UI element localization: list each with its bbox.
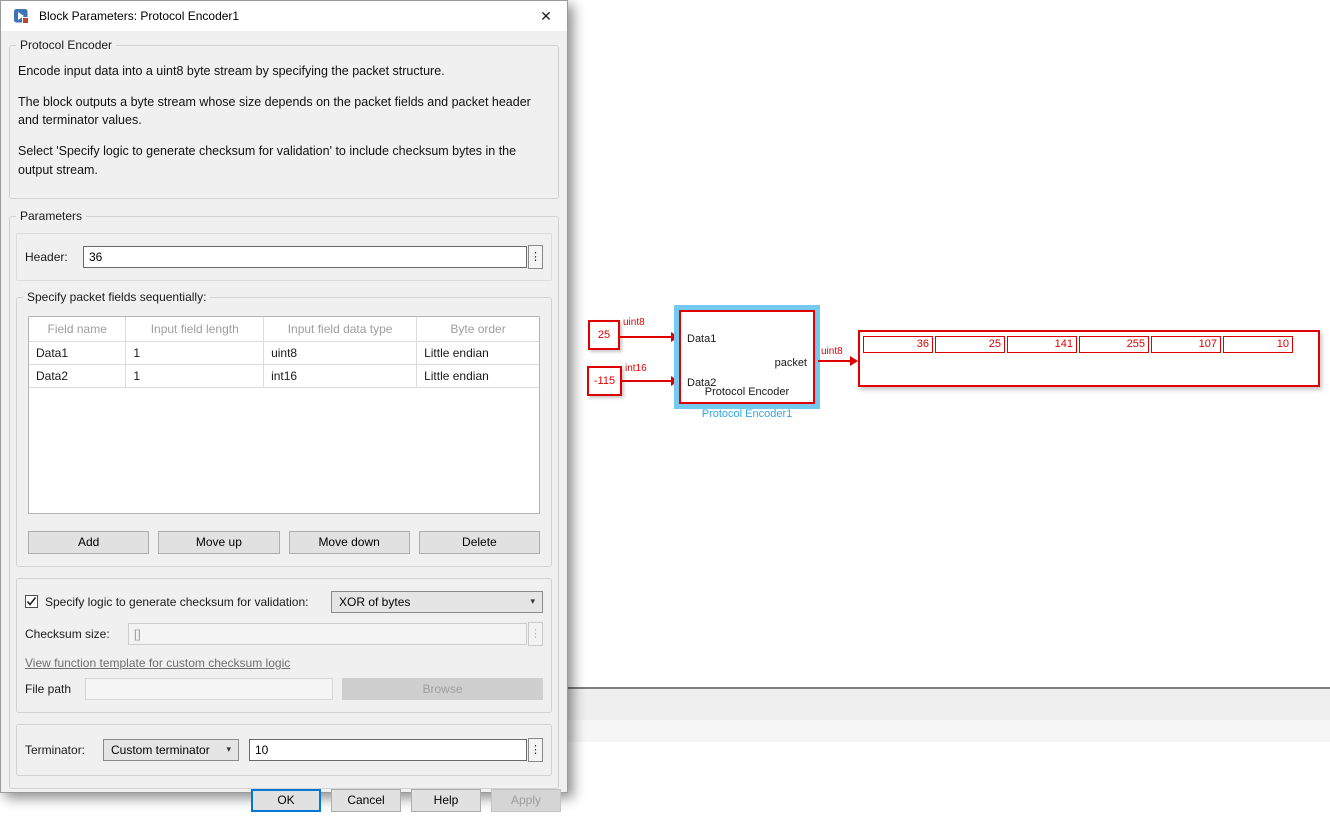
dropdown-arrow-icon: ▾ [216, 744, 231, 755]
display-value: 25 [935, 336, 1005, 353]
dialog-titlebar[interactable]: Block Parameters: Protocol Encoder1 ✕ [1, 1, 567, 31]
signal-label-int16: int16 [625, 363, 647, 374]
checksum-size-actions-button: ⋮ [528, 622, 543, 646]
signal-wire[interactable] [818, 360, 851, 362]
terminator-mode-dropdown[interactable]: Custom terminator ▾ [103, 739, 239, 761]
table-row[interactable]: Data2 1 int16 Little endian [29, 365, 539, 388]
cell-input-field-data-type[interactable]: int16 [264, 365, 417, 388]
port-label-data1: Data1 [687, 333, 716, 345]
description-paragraph: Encode input data into a uint8 byte stre… [18, 62, 550, 80]
constant-value: 25 [598, 329, 610, 341]
display-block[interactable]: 36 25 141 255 107 10 [858, 330, 1320, 387]
simulink-block-icon [13, 8, 30, 25]
column-header-input-field-length: Input field length [126, 317, 264, 342]
display-value: 255 [1079, 336, 1149, 353]
cell-input-field-length[interactable]: 1 [126, 365, 264, 388]
browse-button: Browse [342, 678, 543, 700]
packet-fields-table[interactable]: Field name Input field length Input fiel… [28, 316, 540, 514]
move-up-button[interactable]: Move up [158, 531, 279, 554]
protocol-encoder-block[interactable]: Data1 Data2 packet Protocol Encoder [679, 310, 815, 404]
description-paragraph: Select 'Specify logic to generate checks… [18, 142, 550, 178]
description-group: Protocol Encoder Encode input data into … [9, 45, 559, 199]
display-value: 36 [863, 336, 933, 353]
cell-input-field-data-type[interactable]: uint8 [264, 342, 417, 365]
ok-button[interactable]: OK [251, 789, 321, 812]
file-path-label: File path [25, 682, 85, 696]
table-buttons-row: Add Move up Move down Delete [28, 531, 540, 554]
packet-fields-title: Specify packet fields sequentially: [23, 290, 210, 304]
dialog-title: Block Parameters: Protocol Encoder1 [39, 9, 525, 23]
display-value: 141 [1007, 336, 1077, 353]
terminator-group: Terminator: Custom terminator ▾ ⋮ [16, 724, 552, 776]
column-header-field-name: Field name [29, 317, 126, 342]
block-parameters-dialog: Block Parameters: Protocol Encoder1 ✕ Pr… [0, 0, 568, 793]
cell-input-field-length[interactable]: 1 [126, 342, 264, 365]
header-label: Header: [25, 250, 83, 264]
checksum-checkbox[interactable] [25, 595, 38, 608]
checksum-size-input [128, 623, 527, 645]
move-down-button[interactable]: Move down [289, 531, 410, 554]
checksum-checkbox-label: Specify logic to generate checksum for v… [45, 595, 331, 609]
description-paragraph: The block outputs a byte stream whose si… [18, 93, 550, 129]
header-field-box: Header: ⋮ [16, 233, 552, 281]
packet-fields-group: Specify packet fields sequentially: Fiel… [16, 297, 552, 567]
wire-arrow-icon [850, 356, 858, 366]
signal-label-out-uint8: uint8 [821, 346, 843, 357]
cancel-button[interactable]: Cancel [331, 789, 401, 812]
terminator-label: Terminator: [25, 743, 103, 757]
column-header-input-field-data-type: Input field data type [264, 317, 417, 342]
cell-byte-order[interactable]: Little endian [417, 342, 539, 365]
view-template-link[interactable]: View function template for custom checks… [25, 656, 290, 670]
delete-button[interactable]: Delete [419, 531, 540, 554]
add-button[interactable]: Add [28, 531, 149, 554]
port-label-packet: packet [775, 357, 807, 369]
parameters-group: Parameters Header: ⋮ Specify packet fiel… [9, 216, 559, 789]
cell-field-name[interactable]: Data1 [29, 342, 126, 365]
display-value: 10 [1223, 336, 1293, 353]
close-icon[interactable]: ✕ [525, 2, 567, 31]
display-value: 107 [1151, 336, 1221, 353]
terminator-input[interactable] [249, 739, 527, 761]
selection-highlight: Data1 Data2 packet Protocol Encoder [674, 305, 820, 409]
cell-field-name[interactable]: Data2 [29, 365, 126, 388]
table-row[interactable]: Data1 1 uint8 Little endian [29, 342, 539, 365]
checkbox-checked-icon [26, 596, 37, 607]
parameters-group-title: Parameters [16, 209, 86, 223]
constant-block-25[interactable]: 25 [588, 320, 620, 350]
dropdown-arrow-icon: ▾ [520, 596, 535, 607]
terminator-mode-value: Custom terminator [111, 743, 210, 757]
cell-byte-order[interactable]: Little endian [417, 365, 539, 388]
statusbar-lower [560, 720, 1330, 742]
help-button[interactable]: Help [411, 789, 481, 812]
header-input[interactable] [83, 246, 527, 268]
block-type-label: Protocol Encoder [681, 386, 813, 398]
checksum-algorithm-value: XOR of bytes [339, 595, 410, 609]
statusbar [560, 689, 1330, 720]
terminator-actions-button[interactable]: ⋮ [528, 738, 543, 762]
checksum-algorithm-dropdown[interactable]: XOR of bytes ▾ [331, 591, 543, 613]
signal-wire[interactable] [622, 380, 672, 382]
display-values-row: 36 25 141 255 107 10 [863, 336, 1293, 353]
checksum-group: Specify logic to generate checksum for v… [16, 578, 552, 713]
header-actions-button[interactable]: ⋮ [528, 245, 543, 269]
constant-block-neg115[interactable]: -115 [587, 366, 622, 396]
signal-label-uint8: uint8 [623, 317, 645, 328]
description-group-title: Protocol Encoder [16, 38, 116, 52]
column-header-byte-order: Byte order [417, 317, 539, 342]
signal-wire[interactable] [620, 336, 672, 338]
constant-value: -115 [594, 375, 615, 387]
file-path-input [85, 678, 333, 700]
checksum-size-label: Checksum size: [25, 627, 128, 641]
dialog-footer: OK Cancel Help Apply [7, 789, 561, 814]
block-name-label[interactable]: Protocol Encoder1 [644, 408, 850, 420]
apply-button: Apply [491, 789, 561, 812]
dialog-body: Protocol Encoder Encode input data into … [1, 31, 567, 824]
